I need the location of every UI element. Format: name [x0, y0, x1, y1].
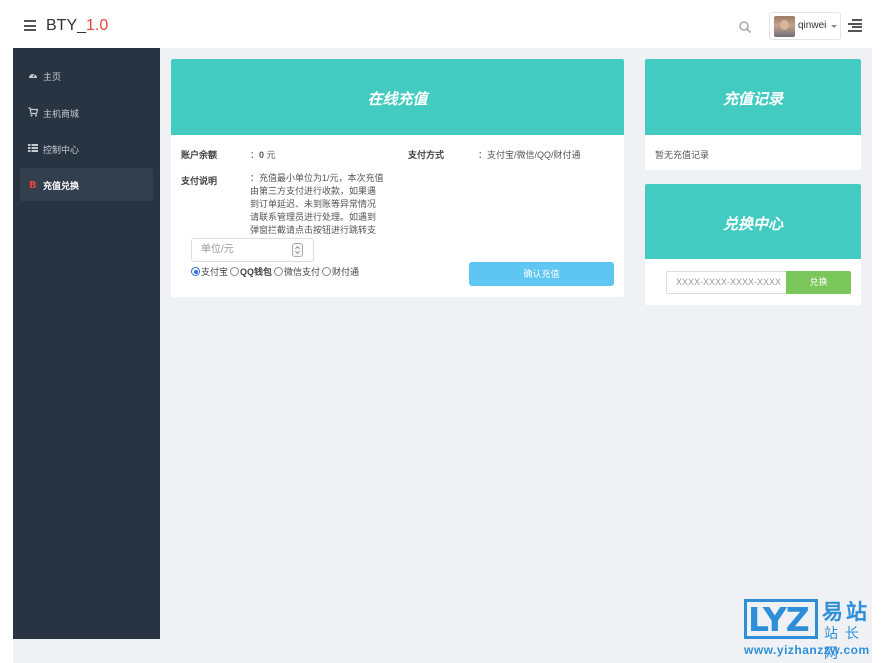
watermark-logo: LYZ 易站 站长网 www.yizhanzzw.com [742, 596, 881, 663]
history-card-header: 充值记录 [645, 59, 861, 135]
chevron-down-icon [831, 25, 837, 28]
sidebar: 主页 主机商城 控制中心 B 充值兑换 [13, 48, 160, 639]
sidebar-item-label: 控制中心 [43, 145, 80, 155]
watermark-url: www.yizhanzzw.com [744, 643, 870, 657]
redeem-button[interactable]: 兑换 [786, 271, 851, 294]
brand-logo[interactable]: BTY_1.0 [46, 17, 108, 35]
balance-label: 账户余额 [181, 150, 218, 160]
sidebar-item-control-center[interactable]: 控制中心 [20, 132, 153, 165]
redeem-code-input[interactable]: XXXX-XXXX-XXXX-XXXX [666, 271, 787, 294]
radio-tenpay[interactable] [322, 267, 332, 276]
radio-label-wechat-pay: 微信支付 [284, 267, 321, 277]
cart-icon [28, 107, 38, 117]
watermark-letters: LYZ [748, 600, 810, 639]
sidebar-item-label: 充值兑换 [43, 181, 80, 191]
radio-qq-wallet[interactable] [230, 267, 240, 276]
history-empty-text: 暂无充值记录 [655, 150, 710, 160]
recharge-title: 在线充值 [367, 91, 428, 108]
exchange-card-header: 兑换中心 [645, 184, 861, 259]
balance-value: ：0 元 [250, 148, 276, 161]
search-icon[interactable] [738, 20, 752, 34]
payment-note-label: 支付说明 [181, 176, 218, 186]
radio-wechat-pay[interactable] [274, 267, 284, 276]
sidebar-toggle-icon[interactable] [24, 20, 36, 31]
grid-list-icon [28, 144, 38, 152]
top-bar: BTY_1.0 qinwei [0, 0, 881, 48]
payment-method-label: 支付方式 [408, 150, 445, 160]
radio-alipay[interactable] [191, 267, 200, 276]
history-title: 充值记录 [722, 91, 783, 108]
payment-method-radios: 支付宝 QQ钱包 微信支付 财付通 [191, 265, 361, 278]
username: qinwei [798, 20, 827, 31]
balance-prefix: ： [250, 150, 260, 160]
radio-label-tenpay: 财付通 [332, 267, 360, 277]
sidebar-item-shop[interactable]: 主机商城 [20, 96, 153, 129]
sidebar-item-label: 主页 [43, 72, 62, 82]
radio-label-qq-wallet: QQ钱包 [240, 267, 273, 277]
avatar [774, 16, 795, 37]
right-menu-icon[interactable] [848, 19, 862, 33]
user-menu[interactable]: qinwei [769, 12, 841, 40]
sidebar-item-recharge[interactable]: B 充值兑换 [20, 168, 153, 201]
sidebar-item-home[interactable]: 主页 [20, 59, 153, 92]
dashboard-icon [29, 73, 37, 78]
confirm-recharge-button[interactable]: 确认充值 [469, 262, 614, 286]
brand-version: 1.0 [86, 17, 109, 34]
sidebar-item-label: 主机商城 [43, 109, 80, 119]
radio-label-alipay: 支付宝 [201, 267, 229, 277]
history-card: 充值记录 暂无充值记录 [645, 59, 861, 170]
exchange-title: 兑换中心 [722, 216, 783, 233]
payment-method-value: ：支付宝/微信/QQ/财付通 [478, 150, 581, 160]
bitcoin-icon: B [29, 180, 37, 189]
balance-unit: 元 [266, 150, 276, 160]
balance-amount: 0 [259, 150, 265, 160]
watermark-cn-top: 易站 [822, 601, 870, 624]
number-spinner-icon[interactable] [292, 243, 303, 257]
svg-text:B: B [29, 180, 37, 189]
recharge-card-header: 在线充值 [171, 59, 624, 135]
brand-name: BTY_ [46, 17, 87, 34]
